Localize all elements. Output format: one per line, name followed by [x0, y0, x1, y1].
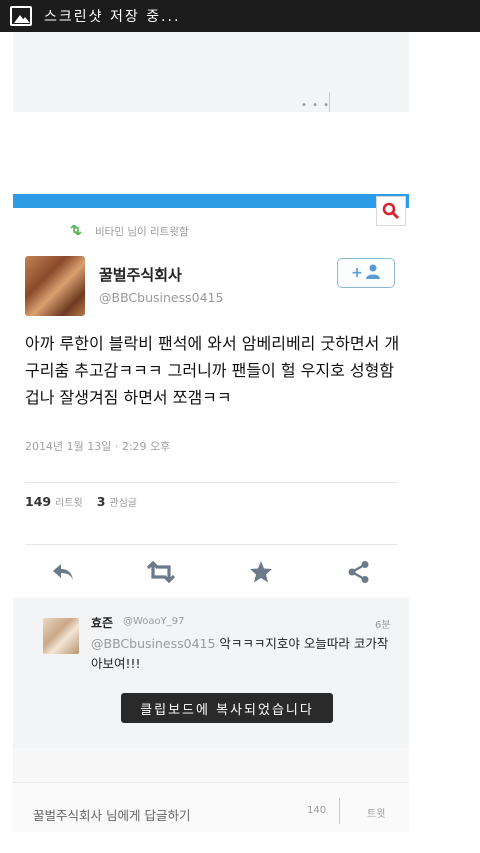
favorite-count-label: 관심글 — [109, 498, 138, 509]
reply-user-handle: @WoaoY_97 — [123, 616, 185, 627]
reply-avatar[interactable] — [43, 618, 79, 654]
share-button[interactable] — [339, 552, 379, 592]
status-text: 스크린샷 저장 중... — [44, 9, 181, 25]
star-icon — [250, 561, 272, 583]
tweet-stats: 149 리트윗 3 관심글 — [25, 494, 137, 509]
bottom-edge — [0, 832, 480, 853]
reply-icon — [53, 564, 73, 580]
retweet-button[interactable] — [141, 552, 181, 592]
reply-button[interactable] — [43, 552, 83, 592]
reply-compose-bar: 꿀벌주식회사 님에게 답글하기 140 트윗 — [13, 782, 409, 833]
follow-button[interactable]: + — [337, 258, 395, 288]
previous-screen-ghost: • • • — [13, 32, 409, 114]
retweet-count-label: 리트윗 — [55, 498, 83, 509]
tweet-timestamp: 2014년 1월 13일 · 2:29 오후 — [25, 440, 171, 453]
retweeted-by-label: 비타민 님이 리트윗함 — [95, 226, 189, 238]
user-name[interactable]: 꿀벌주식회사 — [99, 264, 182, 285]
action-bar-strip — [13, 194, 409, 208]
search-icon — [382, 202, 400, 220]
favorite-button[interactable] — [241, 552, 281, 592]
favorite-count: 3 — [96, 494, 106, 509]
search-button[interactable] — [376, 196, 406, 226]
user-handle[interactable]: @BBCbusiness0415 — [99, 290, 223, 305]
tweet-detail: 비타민 님이 리트윗함 꿀벌주식회사 @BBCbusiness0415 + 아까… — [13, 208, 409, 598]
ghost-divider — [329, 92, 330, 114]
char-counter: 140 — [307, 805, 327, 816]
avatar[interactable] — [25, 256, 85, 316]
favorite-stat[interactable]: 3 관심글 — [97, 494, 137, 509]
retweet-count: 149 — [25, 494, 52, 509]
reply-time: 6분 — [375, 620, 391, 631]
send-tweet-button[interactable]: 트윗 — [367, 805, 385, 820]
toast-message: 클립보드에 복사되었습니다 — [121, 693, 333, 723]
tweet-actions — [13, 548, 409, 598]
tweet-text: 아까 루한이 블락비 팬석에 와서 암베리베리 굿하면서 개구리춤 추고감ㅋㅋㅋ… — [25, 334, 400, 407]
retweet-icon — [146, 561, 176, 583]
reply-tweet[interactable]: 효즌 @WoaoY_97 6분 @BBCbusiness0415 악ㅋㅋㅋ지호야… — [13, 598, 409, 748]
reply-text: @BBCbusiness0415 악ㅋㅋㅋ지호야 오늘따라 코가작아보여!!! — [91, 634, 391, 674]
reply-bar-divider — [339, 798, 340, 824]
share-icon — [348, 561, 369, 583]
image-icon — [10, 6, 32, 26]
divider — [25, 544, 397, 545]
reply-input[interactable]: 꿀벌주식회사 님에게 답글하기 — [33, 805, 190, 824]
ghost-dots: • • • — [301, 100, 331, 111]
reply-mention[interactable]: @BBCbusiness0415 — [91, 636, 215, 651]
retweeted-by: 비타민 님이 리트윗함 — [69, 223, 189, 239]
retweet-small-icon — [69, 223, 83, 238]
divider — [25, 482, 397, 483]
status-bar: 스크린샷 저장 중... — [0, 0, 480, 32]
person-icon — [365, 263, 381, 283]
blank-area — [13, 112, 409, 194]
plus-icon: + — [351, 265, 363, 281]
reply-user-name: 효즌 — [91, 616, 114, 630]
retweet-stat[interactable]: 149 리트윗 — [25, 494, 83, 509]
